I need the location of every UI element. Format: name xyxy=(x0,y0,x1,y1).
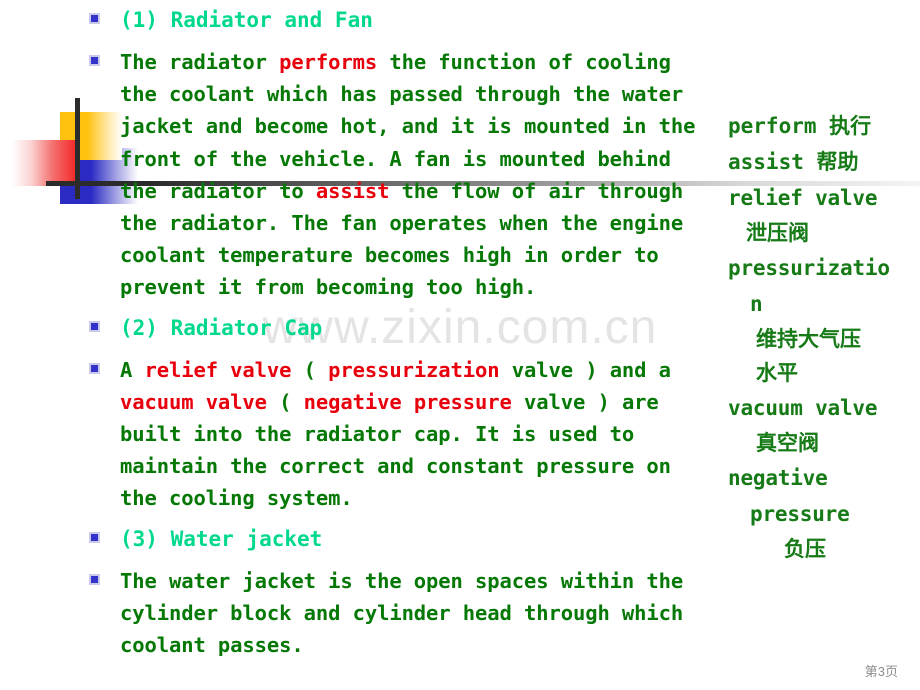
section2-heading: (2) Radiator Cap xyxy=(120,315,323,340)
glossary-entry-negative-pressure-term-wrap: pressure xyxy=(750,502,850,526)
square-bullet-icon xyxy=(89,531,100,543)
square-bullet-icon xyxy=(89,362,100,374)
s2-text-d: ( xyxy=(266,389,304,414)
section2-paragraph: A relief valve ( pressurization valve ) … xyxy=(120,354,716,515)
glossary-entry-negative-pressure-translation: 负压 xyxy=(784,537,826,561)
glossary-entry-pressurization-term: pressurizatio xyxy=(728,256,890,280)
s2-keyword-vacuum-valve: vacuum valve xyxy=(120,389,267,414)
s2-keyword-pressurization: pressurization xyxy=(328,357,500,382)
bullet-item-section2-body: A relief valve ( pressurization valve ) … xyxy=(84,354,716,515)
section1-paragraph: The radiator performs the function of co… xyxy=(120,46,716,304)
s1-keyword-performs: performs xyxy=(279,50,378,74)
section1-heading: (1) Radiator and Fan xyxy=(120,8,373,32)
section3-heading: (3) Water jacket xyxy=(120,526,323,551)
s1-keyword-assist: assist xyxy=(315,178,390,203)
square-bullet-icon xyxy=(89,320,100,332)
section3-paragraph: The water jacket is the open spaces with… xyxy=(120,568,696,658)
bullet-item-section3-body: The water jacket is the open spaces with… xyxy=(84,565,716,662)
glossary-entry-pressurization-term-wrap: n xyxy=(750,292,763,316)
s2-keyword-relief-valve: relief valve xyxy=(144,357,292,382)
square-bullet-icon xyxy=(89,13,100,24)
bullet-item-section2-heading: (2) Radiator Cap xyxy=(84,312,716,344)
presentation-slide: www.zixin.com.cn (1) Radiator and Fan Th… xyxy=(0,0,920,690)
glossary-entry-assist: assist 帮助 xyxy=(728,150,859,174)
glossary-entry-relief-valve-term: relief valve xyxy=(728,186,878,210)
square-bullet-icon xyxy=(89,55,100,66)
bullet-item-section3-heading: (3) Water jacket xyxy=(84,523,716,555)
page-number-footer: 第3页 xyxy=(864,664,898,679)
bullet-item-section1-heading: (1) Radiator and Fan xyxy=(84,4,716,36)
glossary-entry-perform: perform 执行 xyxy=(728,114,872,138)
glossary-entry-negative-pressure-term: negative xyxy=(728,466,828,490)
s2-text-c: valve ) and a xyxy=(499,357,684,382)
glossary-entry-pressurization-translation-wrap: 水平 xyxy=(756,361,798,385)
decor-vertical-rule xyxy=(75,98,80,199)
vocabulary-glossary-column: perform 执行 assist 帮助 relief valve 泄压阀 pr… xyxy=(728,108,920,566)
s2-text-b: ( xyxy=(291,357,329,382)
s2-text-a: A xyxy=(120,357,145,382)
s2-keyword-negative-pressure: negative pressure xyxy=(303,389,512,414)
glossary-entry-relief-valve-translation: 泄压阀 xyxy=(746,221,809,245)
slide-body-column: (1) Radiator and Fan The radiator perfor… xyxy=(84,4,716,661)
bullet-item-section1-body: The radiator performs the function of co… xyxy=(84,46,716,304)
square-bullet-icon xyxy=(89,573,100,585)
s1-text-a: The radiator xyxy=(120,50,280,74)
glossary-entry-pressurization-translation: 维持大气压 xyxy=(756,327,861,351)
glossary-entry-vacuum-valve-term: vacuum valve xyxy=(728,396,878,420)
decor-red-gradient-square xyxy=(12,140,80,186)
glossary-entry-vacuum-valve-translation: 真空阀 xyxy=(756,431,819,455)
